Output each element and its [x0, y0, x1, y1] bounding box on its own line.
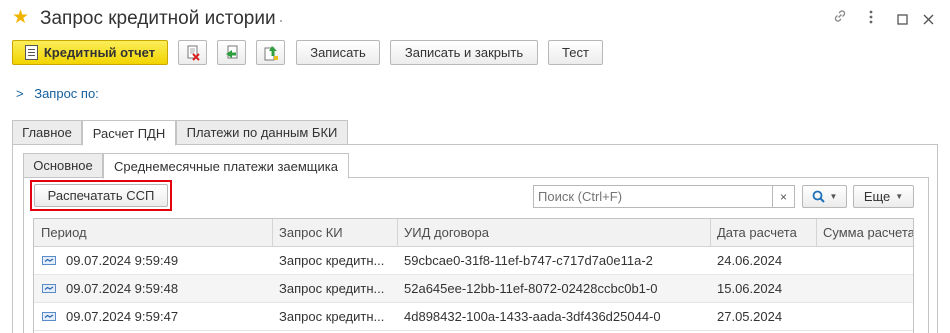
- test-button[interactable]: Тест: [548, 40, 603, 65]
- chevron-right-icon: >: [16, 86, 24, 101]
- tab-bki-payments[interactable]: Платежи по данным БКИ: [176, 120, 348, 145]
- cell-uid: 52a645ee-12bb-11ef-8072-02428ccbc0b1-0: [404, 281, 658, 296]
- register-record-icon: [42, 312, 56, 322]
- save-button[interactable]: Записать: [296, 40, 380, 65]
- save-and-close-button[interactable]: Записать и закрыть: [390, 40, 538, 65]
- cell-request: Запрос кредитн...: [279, 281, 385, 296]
- tab-monthly-payments[interactable]: Среднемесячные платежи заемщика: [103, 153, 349, 179]
- delete-mark-button[interactable]: [178, 40, 207, 65]
- report-icon: [24, 45, 38, 60]
- more-vertical-icon[interactable]: [869, 10, 873, 29]
- cell-uid: 4d898432-100a-1433-aada-3df436d25044-0: [404, 309, 661, 324]
- document-delete-icon: [187, 45, 200, 61]
- search-button[interactable]: ▼: [802, 185, 847, 208]
- document-up-icon: [264, 45, 278, 60]
- chevron-down-icon: ▼: [829, 192, 838, 201]
- cell-period-text: 09.07.2024 9:59:47: [66, 309, 179, 324]
- search-input[interactable]: [533, 185, 773, 208]
- title-separator: [280, 20, 282, 22]
- column-header-calc-date[interactable]: Дата расчета: [710, 219, 816, 247]
- table-row[interactable]: 09.07.2024 9:59:49 Запрос кредитн... 59c…: [34, 247, 913, 275]
- cell-request: Запрос кредитн...: [279, 309, 385, 324]
- test-label: Тест: [562, 45, 589, 60]
- clear-icon: ×: [779, 189, 787, 204]
- column-header-uid[interactable]: УИД договора: [397, 219, 710, 247]
- table-row[interactable]: 09.07.2024 9:59:48 Запрос кредитн... 52a…: [34, 275, 913, 303]
- go-forward-button[interactable]: [217, 40, 246, 65]
- cell-sum: [816, 275, 913, 303]
- save-and-close-label: Записать и закрыть: [404, 45, 524, 60]
- cell-sum: [816, 247, 913, 275]
- cell-uid: 59cbcae0-31f8-11ef-b747-c717d7a0e11a-2: [404, 253, 653, 268]
- tab-monthly-payments-label: Среднемесячные платежи заемщика: [114, 158, 338, 174]
- column-header-sum[interactable]: Сумма расчета: [816, 219, 913, 247]
- request-by-label: Запрос по:: [34, 86, 99, 101]
- save-label: Записать: [310, 45, 366, 60]
- payments-table: Период Запрос КИ УИД договора Дата расче…: [33, 218, 914, 333]
- column-header-period[interactable]: Период: [34, 219, 272, 247]
- credit-report-label: Кредитный отчет: [43, 45, 156, 60]
- search-clear-button[interactable]: ×: [773, 185, 795, 208]
- cell-period-text: 09.07.2024 9:59:48: [66, 281, 179, 296]
- cell-period: 09.07.2024 9:59:48: [34, 275, 272, 303]
- go-up-button[interactable]: [256, 40, 285, 65]
- print-ssp-button[interactable]: Распечатать ССП: [34, 184, 168, 207]
- title-bar: ★ Запрос кредитной истории: [0, 0, 950, 38]
- cell-calc-date: 27.05.2024: [717, 309, 783, 324]
- table-row[interactable]: 09.07.2024 9:59:47 Запрос кредитн... 4d8…: [34, 303, 913, 331]
- request-by-group[interactable]: > Запрос по:: [16, 86, 99, 101]
- cell-sum: [816, 303, 913, 331]
- tab-pdn-calculation[interactable]: Расчет ПДН: [82, 120, 176, 146]
- document-arrow-icon: [225, 45, 237, 58]
- tab-pdn-calculation-label: Расчет ПДН: [92, 125, 166, 141]
- link-icon[interactable]: [832, 8, 848, 29]
- tab-basic[interactable]: Основное: [23, 153, 103, 178]
- cell-period: 09.07.2024 9:59:47: [34, 303, 272, 331]
- more-label: Еще: [863, 189, 891, 204]
- close-icon[interactable]: [923, 12, 934, 30]
- print-ssp-label: Распечатать ССП: [47, 188, 155, 203]
- cell-period: 09.07.2024 9:59:49: [34, 247, 272, 275]
- tab-basic-label: Основное: [33, 158, 93, 173]
- cell-period-text: 09.07.2024 9:59:49: [66, 253, 179, 268]
- maximize-icon[interactable]: [897, 12, 908, 30]
- cell-request: Запрос кредитн...: [279, 253, 385, 268]
- chevron-down-icon: ▼: [895, 192, 904, 201]
- column-header-request[interactable]: Запрос КИ: [272, 219, 397, 247]
- window-title: Запрос кредитной истории: [40, 8, 276, 29]
- tab-bki-payments-label: Платежи по данным БКИ: [186, 125, 338, 140]
- cell-calc-date: 15.06.2024: [717, 281, 783, 296]
- search-icon: [812, 190, 825, 203]
- tab-main[interactable]: Главное: [12, 120, 82, 145]
- tab-main-label: Главное: [22, 125, 72, 140]
- more-actions-button[interactable]: Еще ▼: [853, 185, 914, 208]
- star-icon[interactable]: ★: [12, 8, 29, 28]
- register-record-icon: [42, 284, 56, 294]
- credit-report-button[interactable]: Кредитный отчет: [12, 40, 168, 65]
- register-record-icon: [42, 256, 56, 266]
- table-header: Период Запрос КИ УИД договора Дата расче…: [34, 219, 913, 247]
- cell-calc-date: 24.06.2024: [717, 253, 783, 268]
